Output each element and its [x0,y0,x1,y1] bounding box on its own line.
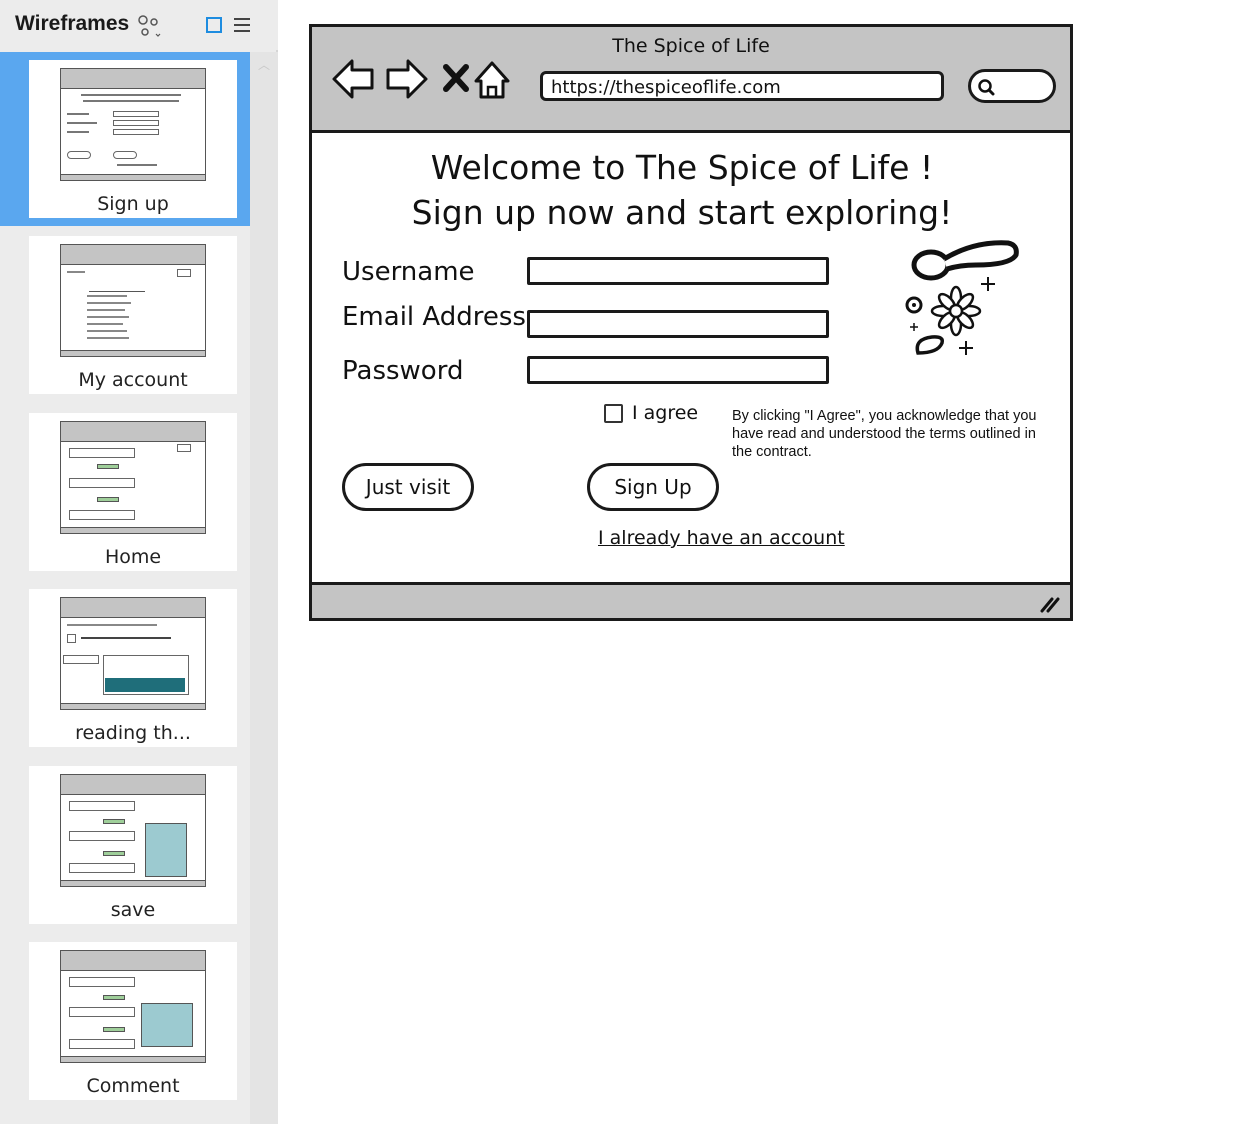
search-icon [978,79,995,96]
page-thumbnail [60,774,206,887]
email-field[interactable] [527,310,829,338]
page-card-save[interactable]: save [29,766,237,924]
list-view-icon[interactable] [234,16,250,34]
email-label: Email Address [342,302,526,332]
url-text: https://thespiceoflife.com [551,77,781,98]
browser-title: The Spice of Life [612,35,770,57]
page-label: Comment [86,1075,180,1097]
just-visit-button[interactable]: Just visit [342,463,474,511]
password-field[interactable] [527,356,829,384]
agree-checkbox[interactable] [604,404,623,423]
password-label: Password [342,356,464,386]
close-icon[interactable] [443,64,469,92]
forward-arrow-icon[interactable] [386,59,428,99]
page-card-comment[interactable]: Comment [29,942,237,1100]
page-thumbnail [60,244,206,357]
page-card-home[interactable]: Home [29,413,237,571]
page-card-sign-up[interactable]: Sign up [0,52,250,226]
page-card-inner: Sign up [29,60,237,218]
pages-panel-scrollbar[interactable]: ︿ [250,52,278,1124]
home-icon[interactable] [474,61,510,99]
page-label: save [110,899,156,921]
connections-icon[interactable] [136,12,162,38]
browser-search-field[interactable] [968,69,1056,103]
username-label: Username [342,257,475,287]
resize-grip-icon[interactable] [1038,595,1062,613]
page-card-my-account[interactable]: My account [29,236,237,394]
pages-panel: Wireframes ︿ Sign up My account Home rea… [0,0,278,1124]
pages-panel-title: Wireframes [15,12,130,35]
username-field[interactable] [527,257,829,285]
page-thumbnail [60,597,206,710]
page-thumbnail [60,421,206,534]
scroll-up-icon[interactable]: ︿ [256,58,272,72]
page-label: Home [104,546,162,568]
agree-label: I agree [632,402,699,424]
page-label: My account [78,369,188,391]
page-card-reading[interactable]: reading th... [29,589,237,747]
back-arrow-icon[interactable] [332,59,374,99]
page-label: Sign up [97,193,169,215]
browser-window-mockup: The Spice of Life https://thespiceoflife… [309,24,1073,621]
browser-chrome: The Spice of Life https://thespiceoflife… [312,27,1070,133]
page-thumbnail [60,68,206,181]
headline-line-1: Welcome to The Spice of Life ! [430,148,934,187]
thumbnail-view-icon[interactable] [206,17,222,33]
page-title: Welcome to The Spice of Life ! Sign up n… [312,145,1052,235]
terms-text: By clicking "I Agree", you acknowledge t… [732,408,1037,460]
browser-status-bar [312,582,1070,618]
pages-panel-header: Wireframes [0,0,278,50]
page-thumbnail [60,950,206,1063]
already-have-account-link[interactable]: I already have an account [598,527,845,549]
page-label: reading th... [75,722,191,744]
url-input[interactable]: https://thespiceoflife.com [540,71,944,101]
sign-up-button[interactable]: Sign Up [587,463,719,511]
spice-spoon-icon [905,240,1019,355]
headline-line-2: Sign up now and start exploring! [411,193,953,232]
browser-nav-icons [332,59,510,99]
